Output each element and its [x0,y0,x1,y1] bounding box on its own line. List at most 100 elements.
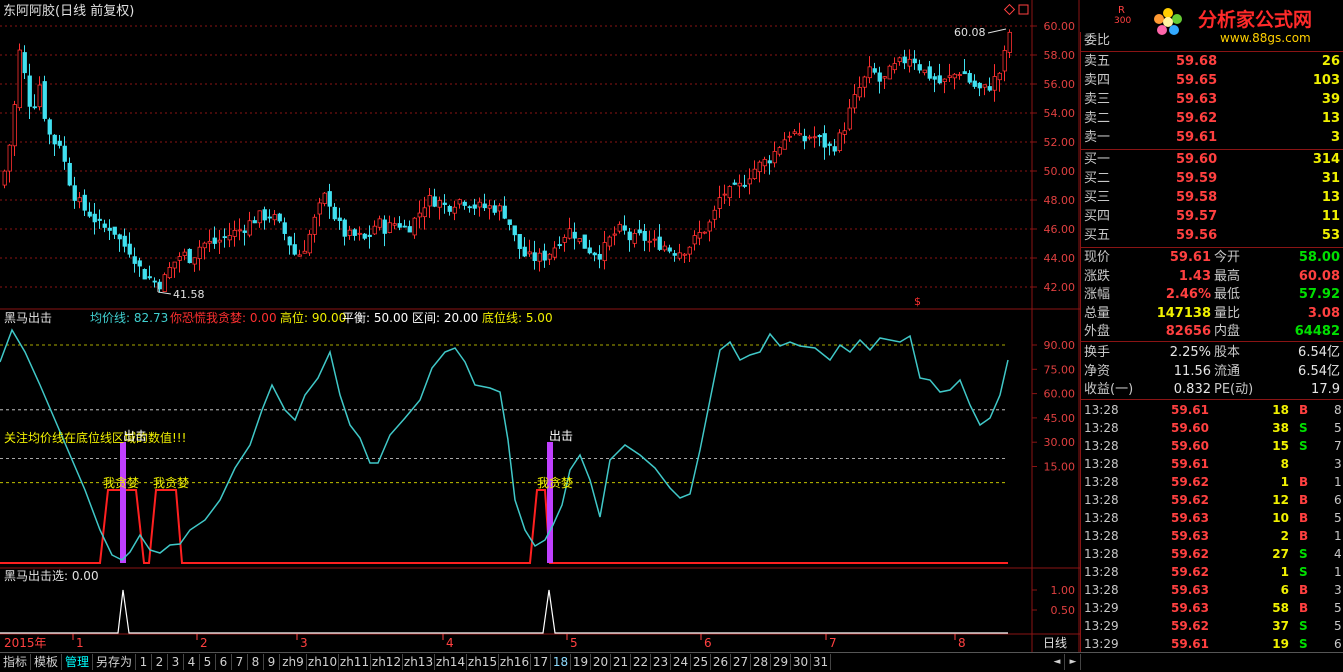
tab-zh10[interactable]: zh10 [307,654,339,670]
tab-30[interactable]: 30 [791,654,811,670]
candle-body [282,222,287,234]
candle-body [32,106,37,109]
tab-zh14[interactable]: zh14 [435,654,467,670]
low-arrow-line [157,291,172,295]
tick-price: 59.60 [1171,439,1209,453]
buy-bar [547,442,553,563]
tab-zh16[interactable]: zh16 [499,654,531,670]
tab-7[interactable]: 7 [232,654,248,670]
ask-row: 卖二 59.62 13 [1081,110,1343,128]
tab-1[interactable]: 1 [136,654,152,670]
candle-body [247,220,252,236]
tab-5[interactable]: 5 [200,654,216,670]
tab-23[interactable]: 23 [651,654,671,670]
tab-22[interactable]: 22 [631,654,651,670]
tab-3[interactable]: 3 [168,654,184,670]
candle-body [957,74,962,76]
tab-20[interactable]: 20 [591,654,611,670]
window-icon[interactable] [1018,4,1029,15]
tick-price: 59.63 [1171,511,1209,525]
tab-另存为[interactable]: 另存为 [93,654,136,670]
tab-27[interactable]: 27 [731,654,751,670]
tab-指标[interactable]: 指标 [0,654,31,670]
candle-body [427,195,432,207]
candle-body [297,254,302,257]
weibi-row: 委比 [1081,32,1343,50]
tab-26[interactable]: 26 [711,654,731,670]
candle-body [112,226,117,235]
candle-body [102,223,107,228]
chart-area[interactable]: 60.00 58.00 56.00 54.00 52.00 50.00 48.00 46.00… [0,0,1080,652]
candle-body [327,191,332,207]
ask-volume: 13 [1321,111,1340,126]
tab-29[interactable]: 29 [771,654,791,670]
tab-9[interactable]: 9 [264,654,280,670]
tick-time: 13:28 [1084,439,1119,453]
candle-body [967,72,972,83]
price-axis-label: 60.00 [1044,20,1076,33]
tab-25[interactable]: 25 [691,654,711,670]
tab-19[interactable]: 19 [571,654,591,670]
bid-row: 买一 59.60 314 [1081,151,1343,169]
candle-body [952,73,957,79]
buy-bar [120,442,126,563]
tick-time: 13:28 [1084,511,1119,525]
tab-管理[interactable]: 管理 [62,654,93,670]
candle-body [162,274,167,292]
tab-21[interactable]: 21 [611,654,631,670]
tab-zh11[interactable]: zh11 [339,654,371,670]
tab-zh9[interactable]: zh9 [280,654,307,670]
tab-8[interactable]: 8 [248,654,264,670]
tab-6[interactable]: 6 [216,654,232,670]
tick-volume: 37 [1272,619,1289,633]
stat-row: 涨幅 2.46% 最低 57.92 [1081,286,1343,304]
logo-title: 分析家公式网 [1198,8,1312,31]
price-axis-label: 56.00 [1044,78,1076,91]
tick-side: B [1299,601,1309,615]
tab-17[interactable]: 17 [531,654,551,670]
candle-body [207,240,212,244]
diamond-icon[interactable] [1003,3,1016,16]
candle-body [37,84,42,108]
bid-price: 59.59 [1176,171,1218,186]
bid-label: 买五 [1084,228,1111,243]
bid-label: 买四 [1084,209,1111,224]
stat-label: 涨跌 [1084,268,1111,284]
candle-body [27,75,32,107]
tab-2[interactable]: 2 [152,654,168,670]
tab-模板[interactable]: 模板 [31,654,62,670]
tick-count: 8 [1334,403,1342,417]
candle-body [72,185,77,201]
tab-28[interactable]: 28 [751,654,771,670]
tab-zh12[interactable]: zh12 [371,654,403,670]
badge-300: 300 [1114,16,1132,26]
tab-zh13[interactable]: zh13 [403,654,435,670]
candle-body [142,269,147,280]
scroll-left-icon[interactable]: ◄ [1050,654,1065,670]
tab-4[interactable]: 4 [184,654,200,670]
candle-body [812,136,817,139]
candle-body [467,206,472,209]
candle-body [827,143,832,146]
stat-value: 82656 [1165,324,1211,339]
tick-side: S [1299,637,1308,651]
candle-body [877,72,882,82]
candle-body [137,260,142,267]
candle-body [782,139,787,150]
price-axis-label: 44.00 [1044,252,1076,265]
period-label: 日线 [1043,636,1067,650]
tab-24[interactable]: 24 [671,654,691,670]
candle-body [702,231,707,234]
candle-body [992,76,997,91]
candle-body [67,162,72,186]
tab-31[interactable]: 31 [811,654,831,670]
candle-body [517,234,522,249]
tick-side: B [1299,475,1309,489]
tab-18[interactable]: 18 [551,654,571,670]
tick-count: 5 [1334,619,1342,633]
candle-body [42,81,47,119]
tab-zh15[interactable]: zh15 [467,654,499,670]
candle-body [352,229,357,236]
indicator-header-item: 底位线: 5.00 [482,310,553,325]
scroll-right-icon[interactable]: ► [1066,654,1081,670]
